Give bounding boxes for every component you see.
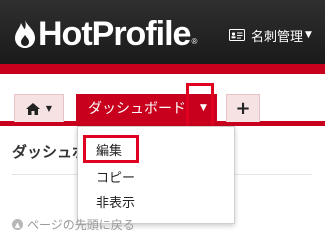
menu-item-hide[interactable]: 非表示 — [96, 192, 135, 211]
business-card-menu[interactable]: 名刺管理 ▼ — [229, 24, 312, 46]
home-icon — [25, 102, 40, 115]
hotprofile-logo[interactable]: HotProfile ® — [14, 14, 197, 54]
tab-home[interactable]: ▼ — [14, 94, 64, 122]
back-to-top-label: ページの先頭に戻る — [27, 218, 135, 232]
menu-item-copy[interactable]: コピー — [96, 167, 135, 186]
business-card-menu-label: 名刺管理 — [251, 29, 304, 45]
chevron-down-icon: ▼ — [45, 104, 53, 113]
flame-icon — [15, 20, 35, 48]
back-to-top-link[interactable]: ▲ ページの先頭に戻る — [12, 216, 135, 233]
highlight-box-edit — [83, 135, 139, 163]
chevron-down-icon: ▼ — [305, 30, 312, 40]
header-accent-bar — [0, 64, 325, 74]
app-header: HotProfile ® 名刺管理 ▼ — [0, 0, 325, 64]
arrow-up-icon: ▲ — [12, 219, 23, 230]
plus-icon: + — [235, 98, 251, 119]
tab-dashboard-label: ダッシュボード — [88, 101, 186, 117]
registered-mark: ® — [191, 37, 198, 46]
logo-text: HotProfile — [38, 15, 191, 53]
add-tab-button[interactable]: + — [226, 94, 260, 122]
business-card-icon — [229, 29, 245, 41]
